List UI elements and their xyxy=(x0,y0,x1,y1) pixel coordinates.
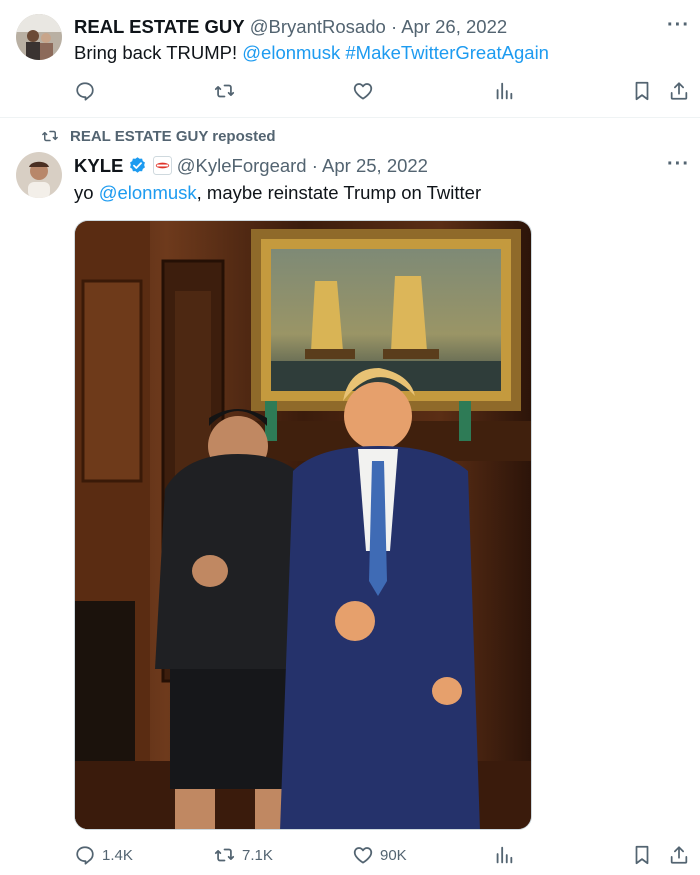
author-name[interactable]: KYLE xyxy=(74,155,123,176)
repost-label: REAL ESTATE GUY reposted xyxy=(70,127,276,145)
repost-count: 7.1K xyxy=(242,846,273,864)
repost-button[interactable]: 7.1K xyxy=(213,844,273,866)
bookmark-icon xyxy=(635,81,649,101)
share-button[interactable] xyxy=(668,844,690,866)
more-icon[interactable]: ··· xyxy=(667,153,690,176)
like-button[interactable] xyxy=(352,80,374,102)
share-button[interactable] xyxy=(668,80,690,102)
repost-icon xyxy=(42,130,58,142)
repost-indicator[interactable]: REAL ESTATE GUY reposted xyxy=(40,127,276,145)
tweet-text-prefix: yo xyxy=(74,182,99,203)
like-icon xyxy=(353,83,373,100)
reply-icon xyxy=(76,846,94,865)
bookmark-button[interactable] xyxy=(632,844,652,866)
divider xyxy=(0,117,700,118)
share-icon xyxy=(670,846,688,864)
photo-illustration xyxy=(75,221,531,829)
views-icon xyxy=(496,846,513,864)
author-name[interactable]: REAL ESTATE GUY xyxy=(74,16,245,37)
like-icon xyxy=(353,847,373,864)
mention-link[interactable]: @elonmusk xyxy=(242,42,340,63)
hashtag-link[interactable]: #MakeTwitterGreatAgain xyxy=(345,42,549,63)
more-icon[interactable]: ··· xyxy=(667,14,690,37)
bookmark-icon xyxy=(635,845,649,865)
reply-button[interactable]: 1.4K xyxy=(74,844,133,866)
verified-icon xyxy=(130,157,146,173)
like-button[interactable]: 90K xyxy=(352,844,407,866)
tweet-header: KYLE @KyleForgeard · Apr 25, 2022 xyxy=(74,155,428,177)
tweet-text-prefix: Bring back TRUMP! xyxy=(74,42,243,63)
tweet-text: yo @elonmusk, maybe reinstate Trump on T… xyxy=(74,182,481,204)
avatar[interactable] xyxy=(16,152,62,198)
share-icon xyxy=(670,82,688,100)
repost-icon xyxy=(214,848,235,862)
views-button[interactable] xyxy=(493,844,515,866)
views-icon xyxy=(496,82,513,100)
author-handle[interactable]: @KyleForgeard xyxy=(177,155,307,176)
repost-button[interactable] xyxy=(213,80,236,102)
tweet-date[interactable]: · Apr 25, 2022 xyxy=(312,155,428,176)
reply-button[interactable] xyxy=(74,80,96,102)
reply-count: 1.4K xyxy=(102,846,133,864)
reply-icon xyxy=(76,82,94,101)
affiliate-badge-icon xyxy=(152,156,172,175)
tweet-header: REAL ESTATE GUY @BryantRosado · Apr 26, … xyxy=(74,16,507,38)
tweet-photo[interactable] xyxy=(74,220,532,830)
mention-link[interactable]: @elonmusk xyxy=(99,182,197,203)
tweet-date[interactable]: · Apr 26, 2022 xyxy=(391,16,507,37)
views-button[interactable] xyxy=(493,80,515,102)
like-count: 90K xyxy=(380,846,407,864)
bookmark-button[interactable] xyxy=(632,80,652,102)
repost-icon xyxy=(214,84,235,98)
author-handle[interactable]: @BryantRosado xyxy=(250,16,386,37)
tweet-text: Bring back TRUMP! @elonmusk #MakeTwitter… xyxy=(74,42,549,64)
avatar[interactable] xyxy=(16,14,62,60)
tweet-text-suffix: , maybe reinstate Trump on Twitter xyxy=(196,182,482,203)
